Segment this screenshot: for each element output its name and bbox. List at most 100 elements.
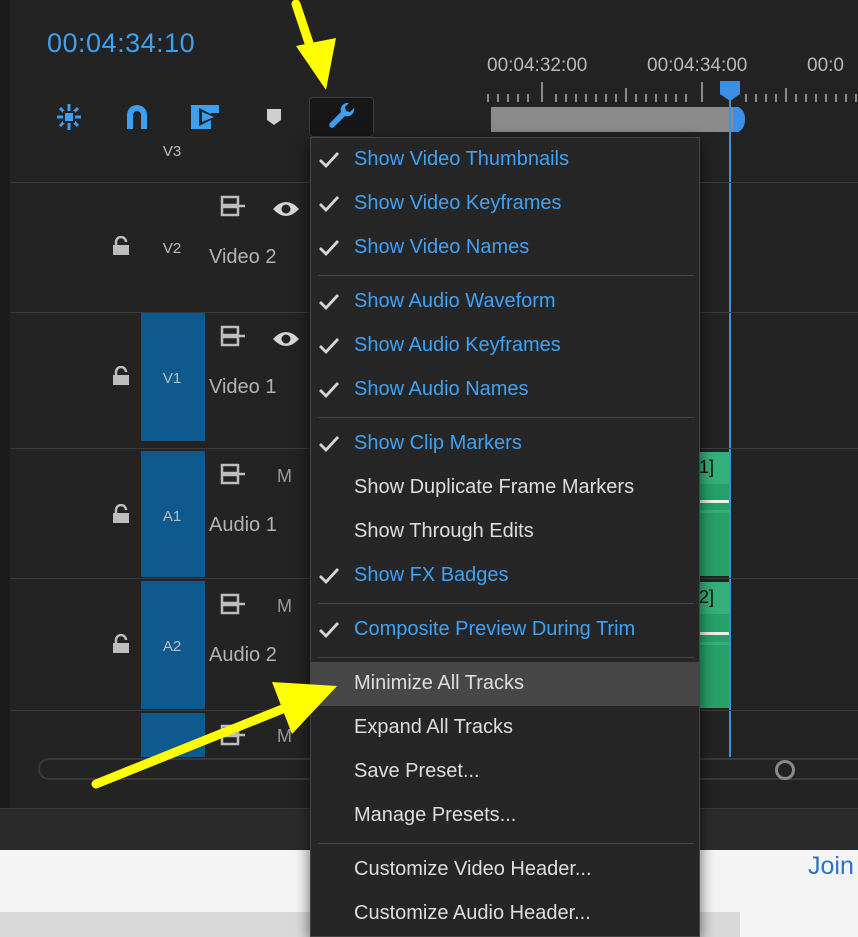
menu-item-customize-video-header[interactable]: Customize Video Header...: [311, 848, 699, 892]
menu-item-label: Show Through Edits: [354, 520, 534, 542]
menu-item-customize-audio-header[interactable]: Customize Audio Header...: [311, 892, 699, 936]
film-icon[interactable]: [220, 195, 246, 217]
time-ruler[interactable]: [486, 80, 858, 104]
menu-item-label: Expand All Tracks: [354, 716, 513, 738]
audio-clip-label[interactable]: 2]: [697, 582, 729, 614]
menu-item-label: Show FX Badges: [354, 564, 509, 586]
mute-track-button[interactable]: M: [277, 726, 292, 747]
menu-item-label: Composite Preview During Trim: [354, 618, 636, 640]
menu-item-show-audio-waveform[interactable]: Show Audio Waveform: [311, 280, 699, 324]
work-area-bar[interactable]: [491, 107, 739, 132]
menu-item-manage-presets[interactable]: Manage Presets...: [311, 794, 699, 838]
checkmark-icon: [319, 338, 340, 355]
audio-clip-a1[interactable]: [697, 484, 729, 576]
menu-item-label: Manage Presets...: [354, 804, 517, 826]
track-id-v2[interactable]: V2: [157, 240, 187, 257]
lock-icon[interactable]: [111, 504, 131, 524]
timeline-panel: 00:04:34:10 00:04:32:00 00:04:34:00 00:0…: [0, 0, 858, 937]
menu-item-show-fx-badges[interactable]: Show FX Badges: [311, 554, 699, 598]
menu-item-show-through-edits[interactable]: Show Through Edits: [311, 510, 699, 554]
menu-divider: [318, 603, 694, 604]
eye-icon[interactable]: [272, 329, 300, 349]
clip-stripe: [697, 510, 729, 513]
menu-item-label: Show Audio Names: [354, 378, 529, 400]
menu-divider: [318, 417, 694, 418]
track-name-audio-1[interactable]: Audio 1: [209, 514, 277, 537]
menu-item-show-video-keyframes[interactable]: Show Video Keyframes: [311, 182, 699, 226]
lock-icon[interactable]: [111, 634, 131, 654]
checkmark-icon: [319, 436, 340, 453]
checkmark-icon: [319, 622, 340, 639]
track-id-a1[interactable]: A1: [157, 508, 187, 525]
annotation-arrow-down: [291, 0, 336, 90]
lock-icon[interactable]: [111, 366, 131, 386]
eye-icon[interactable]: [272, 199, 300, 219]
clip-stripe: [697, 642, 729, 645]
menu-item-label: Show Audio Keyframes: [354, 334, 561, 356]
menu-item-label: Save Preset...: [354, 760, 480, 782]
playhead-handle[interactable]: [719, 80, 741, 102]
menu-item-label: Minimize All Tracks: [354, 672, 525, 694]
menu-item-show-video-thumbnails[interactable]: Show Video Thumbnails: [311, 138, 699, 182]
checkmark-icon: [319, 382, 340, 399]
menu-item-save-preset[interactable]: Save Preset...: [311, 750, 699, 794]
lock-icon[interactable]: [111, 236, 131, 256]
join-link[interactable]: Join: [808, 852, 854, 881]
scrollbar-zoom-handle[interactable]: [775, 760, 795, 780]
audio-clip-a2[interactable]: [697, 614, 729, 708]
track-target-a3[interactable]: [141, 713, 205, 757]
playhead-timecode[interactable]: 00:04:34:10: [47, 28, 195, 59]
menu-item-label: Customize Video Header...: [354, 858, 592, 880]
nest-snap-icon[interactable]: [52, 100, 86, 134]
wrench-icon: [327, 100, 357, 135]
track-id-v3[interactable]: V3: [157, 143, 187, 160]
menu-divider: [318, 843, 694, 844]
menu-item-label: Show Duplicate Frame Markers: [354, 476, 635, 498]
menu-item-show-audio-keyframes[interactable]: Show Audio Keyframes: [311, 324, 699, 368]
menu-divider: [318, 657, 694, 658]
menu-divider: [318, 275, 694, 276]
panel-edge: [0, 0, 10, 810]
magnet-icon[interactable]: [120, 100, 154, 134]
timeline-settings-button[interactable]: [309, 97, 374, 137]
ruler-label: 00:04:34:00: [647, 55, 748, 76]
track-id-a2[interactable]: A2: [157, 638, 187, 655]
marker-icon[interactable]: [257, 100, 291, 134]
menu-item-show-clip-markers[interactable]: Show Clip Markers: [311, 422, 699, 466]
film-icon[interactable]: [220, 593, 246, 615]
film-icon[interactable]: [220, 325, 246, 347]
checkmark-icon: [319, 294, 340, 311]
menu-item-show-audio-names[interactable]: Show Audio Names: [311, 368, 699, 412]
checkmark-icon: [319, 568, 340, 585]
checkmark-icon: [319, 240, 340, 257]
menu-item-label: Show Video Thumbnails: [354, 148, 569, 170]
checkmark-icon: [319, 152, 340, 169]
audio-volume-line: [697, 500, 729, 503]
audio-clip-label[interactable]: 1]: [697, 452, 729, 484]
menu-item-show-video-names[interactable]: Show Video Names: [311, 226, 699, 270]
ruler-label: 00:04:32:00: [487, 55, 588, 76]
ruler-label: 00:0: [807, 55, 844, 76]
menu-item-label: Show Video Keyframes: [354, 192, 562, 214]
menu-item-label: Customize Audio Header...: [354, 902, 591, 924]
linked-selection-icon[interactable]: [188, 100, 222, 134]
timeline-settings-menu: Show Video Thumbnails Show Video Keyfram…: [310, 137, 700, 937]
track-name-video-1[interactable]: Video 1: [209, 376, 276, 399]
menu-item-label: Show Video Names: [354, 236, 530, 258]
menu-item-expand-all-tracks[interactable]: Expand All Tracks: [311, 706, 699, 750]
film-icon[interactable]: [220, 724, 246, 746]
menu-item-minimize-all-tracks[interactable]: Minimize All Tracks: [311, 662, 699, 706]
track-name-audio-2[interactable]: Audio 2: [209, 644, 277, 667]
work-area-end-handle[interactable]: [733, 107, 745, 132]
audio-volume-line: [697, 632, 729, 635]
checkmark-icon: [319, 196, 340, 213]
menu-item-show-duplicate-frame-markers[interactable]: Show Duplicate Frame Markers: [311, 466, 699, 510]
mute-track-button[interactable]: M: [277, 596, 292, 617]
menu-item-label: Show Audio Waveform: [354, 290, 556, 312]
track-name-video-2[interactable]: Video 2: [209, 246, 276, 269]
playhead-line[interactable]: [729, 100, 731, 757]
film-icon[interactable]: [220, 463, 246, 485]
track-id-v1[interactable]: V1: [157, 370, 187, 387]
menu-item-composite-preview-during-trim[interactable]: Composite Preview During Trim: [311, 608, 699, 652]
mute-track-button[interactable]: M: [277, 466, 292, 487]
